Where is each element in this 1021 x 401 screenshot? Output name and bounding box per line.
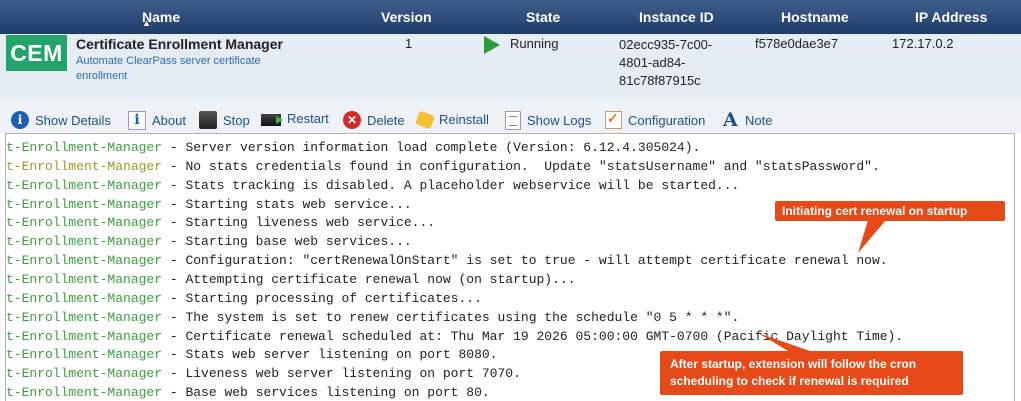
log-source: t-Enrollment-Manager [6,177,163,193]
reinstall-button[interactable]: Reinstall [415,110,489,130]
show-details-button[interactable]: i Show Details [11,111,111,129]
log-message: Attempting certificate renewal now (on s… [185,271,576,287]
restart-icon [261,114,283,126]
log-message: Server version information load complete… [185,140,701,155]
log-line: t-Enrollment-Manager - Server version in… [6,140,700,155]
extension-instance-row[interactable]: CEM Certificate Enrollment Manager Autom… [0,34,1021,101]
note-icon: A [723,109,738,131]
log-message: Certificate renewal scheduled at: Thu Ma… [185,328,904,344]
log-source: t-Enrollment-Manager [6,366,163,382]
log-separator: - [162,234,186,250]
log-separator: - [162,140,186,155]
log-message: Base web services listening on port 80. [185,385,490,401]
log-separator: - [162,347,186,363]
log-message: The system is set to renew certificates … [185,309,740,325]
log-separator: - [162,215,186,231]
log-separator: - [162,271,186,287]
sort-ascending-icon: ▲ [142,18,151,28]
log-line: t-Enrollment-Manager - Certificate renew… [6,329,903,344]
instance-id: 02ecc935-7c00- 4801-ad84- 81c78f87915c [619,37,713,88]
log-source: t-Enrollment-Manager [6,215,163,231]
log-source: t-Enrollment-Manager [6,140,163,155]
log-source: t-Enrollment-Manager [6,290,163,306]
log-line: t-Enrollment-Manager - Starting liveness… [6,215,435,230]
log-message: Stats tracking is disabled. A placeholde… [185,177,740,193]
column-header-state[interactable]: State [526,9,560,25]
about-icon: i [128,111,146,130]
log-source: t-Enrollment-Manager [6,328,163,344]
extension-state: Running [510,36,559,51]
log-source: t-Enrollment-Manager [6,271,163,287]
log-line: t-Enrollment-Manager - Configuration: "c… [6,253,888,268]
log-separator: - [162,309,186,325]
log-line: t-Enrollment-Manager - Liveness web serv… [6,366,521,381]
log-separator: - [162,366,186,382]
log-line: t-Enrollment-Manager - Starting stats we… [6,197,412,212]
stop-button[interactable]: Stop [199,111,250,129]
log-separator: - [162,385,186,401]
running-play-icon [484,36,500,54]
column-header-instance-id[interactable]: Instance ID [639,9,714,25]
column-header-hostname[interactable]: Hostname [781,9,849,25]
table-header: ▲ Name Version State Instance ID Hostname… [0,0,1021,34]
info-icon: i [11,111,29,129]
extension-name: Certificate Enrollment Manager [76,36,283,52]
log-line: t-Enrollment-Manager - Stats tracking is… [6,178,739,193]
configuration-icon [605,110,622,129]
log-message: Stats web server listening on port 8080. [185,347,498,363]
about-button[interactable]: i About [128,111,186,130]
log-message: Starting stats web service... [185,196,412,212]
stop-icon [199,111,217,129]
log-message: Liveness web server listening on port 70… [185,366,521,382]
column-header-version[interactable]: Version [381,9,432,25]
note-button[interactable]: A Note [723,109,772,131]
action-toolbar: i Show Details i About Stop Restart ✕ Delet… [0,107,1021,133]
log-message: Starting processing of certificates... [185,290,482,306]
log-source: t-Enrollment-Manager [6,158,163,174]
delete-icon: ✕ [343,111,361,129]
delete-button[interactable]: ✕ Delete [343,111,405,129]
hostname: f578e0dae3e7 [755,36,839,51]
log-separator: - [162,290,186,306]
log-line: t-Enrollment-Manager - Attempting certif… [6,272,576,287]
log-separator: - [162,196,186,212]
ip-address: 172.17.0.2 [892,36,954,51]
extension-version: 1 [405,36,413,51]
log-source: t-Enrollment-Manager [6,385,163,401]
logs-icon [505,111,521,130]
log-source: t-Enrollment-Manager [6,196,163,212]
callout-renewal-on-startup: Initiating cert renewal on startup [775,201,1005,221]
log-line: t-Enrollment-Manager - Starting base web… [6,234,412,249]
reinstall-icon [415,110,435,130]
log-separator: - [162,158,186,174]
log-line: t-Enrollment-Manager - Base web services… [6,385,490,400]
log-line: t-Enrollment-Manager - The system is set… [6,310,739,325]
log-source: t-Enrollment-Manager [6,347,163,363]
restart-button[interactable]: Restart [261,111,329,126]
log-line: t-Enrollment-Manager - Starting processi… [6,291,482,306]
log-source: t-Enrollment-Manager [6,253,163,269]
log-message: Configuration: "certRenewalOnStart" is s… [185,253,888,269]
extension-logo: CEM [6,35,67,71]
log-line: t-Enrollment-Manager - No stats credenti… [6,159,880,174]
log-message: Starting base web services... [185,234,412,250]
log-separator: - [162,328,186,344]
log-line: t-Enrollment-Manager - Stats web server … [6,347,498,362]
column-header-ip-address[interactable]: IP Address [915,9,987,25]
extension-description: Automate ClearPass server certificate en… [76,55,261,82]
log-separator: - [162,177,186,193]
column-header-name[interactable]: ▲ Name [142,9,180,28]
callout-cron-scheduling: After startup, extension will follow the… [660,351,963,395]
log-source: t-Enrollment-Manager [6,234,163,250]
log-message: No stats credentials found in configurat… [185,158,880,174]
log-source: t-Enrollment-Manager [6,309,163,325]
show-logs-button[interactable]: Show Logs [505,111,591,130]
configuration-button[interactable]: Configuration [605,110,705,129]
log-separator: - [162,253,186,269]
log-message: Starting liveness web service... [185,215,436,231]
